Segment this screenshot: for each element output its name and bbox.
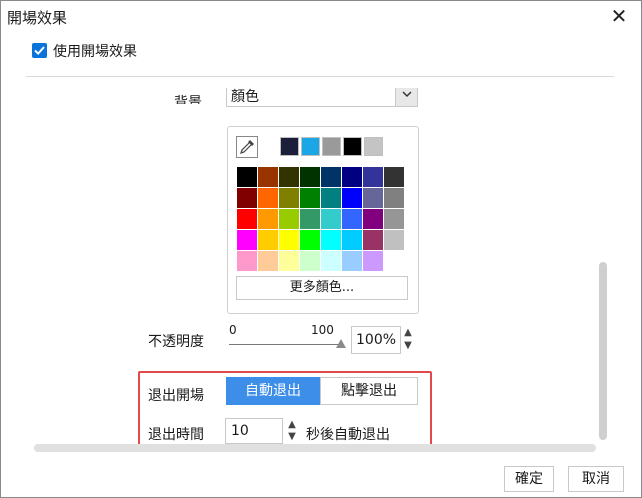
- ok-button[interactable]: 確定: [504, 466, 554, 492]
- time-down-icon[interactable]: ▼: [284, 430, 300, 443]
- color-swatch[interactable]: [384, 167, 404, 187]
- color-swatch[interactable]: [384, 209, 404, 229]
- close-icon[interactable]: ✕: [607, 4, 631, 28]
- color-swatch[interactable]: [363, 209, 383, 229]
- color-swatch[interactable]: [321, 230, 341, 250]
- opacity-label: 不透明度: [148, 334, 204, 350]
- opacity-input[interactable]: 100%: [351, 326, 401, 354]
- color-swatch[interactable]: [321, 188, 341, 208]
- color-swatch[interactable]: [342, 188, 362, 208]
- opacity-up-icon[interactable]: ▲: [400, 326, 416, 339]
- color-swatch[interactable]: [384, 251, 404, 271]
- color-swatch[interactable]: [321, 251, 341, 271]
- auto-exit-option[interactable]: 自動退出: [226, 377, 320, 405]
- color-swatch[interactable]: [300, 188, 320, 208]
- enable-checkbox[interactable]: [32, 43, 47, 58]
- color-swatch[interactable]: [258, 188, 278, 208]
- color-swatch[interactable]: [237, 251, 257, 271]
- color-swatch[interactable]: [300, 167, 320, 187]
- color-swatch[interactable]: [258, 167, 278, 187]
- color-swatch[interactable]: [363, 167, 383, 187]
- recent-color-swatch[interactable]: [280, 137, 299, 156]
- color-swatch[interactable]: [279, 167, 299, 187]
- color-swatch[interactable]: [279, 251, 299, 271]
- slider-min-label: 0: [229, 323, 237, 337]
- exit-time-input[interactable]: 10: [225, 418, 283, 444]
- exit-mode-label: 退出開場: [148, 388, 204, 404]
- exit-time-suffix: 秒後自動退出: [306, 427, 390, 443]
- color-swatch[interactable]: [300, 230, 320, 250]
- recent-color-swatch[interactable]: [301, 137, 320, 156]
- color-swatch[interactable]: [237, 188, 257, 208]
- opacity-slider-thumb[interactable]: [336, 339, 346, 348]
- color-swatch[interactable]: [258, 251, 278, 271]
- slider-max-label: 100: [311, 323, 334, 337]
- color-swatch[interactable]: [258, 230, 278, 250]
- color-swatch[interactable]: [342, 230, 362, 250]
- color-swatch[interactable]: [237, 209, 257, 229]
- opacity-slider-track[interactable]: [229, 344, 342, 345]
- color-swatch[interactable]: [279, 230, 299, 250]
- title-bar: 開場效果 ✕: [1, 1, 641, 33]
- eyedropper-icon[interactable]: [236, 136, 258, 158]
- cancel-button[interactable]: 取消: [568, 466, 624, 492]
- color-swatch[interactable]: [363, 188, 383, 208]
- color-swatch[interactable]: [321, 209, 341, 229]
- color-swatch[interactable]: [342, 251, 362, 271]
- color-swatch[interactable]: [237, 167, 257, 187]
- color-swatch[interactable]: [342, 167, 362, 187]
- color-swatch[interactable]: [342, 209, 362, 229]
- vertical-scrollbar[interactable]: [599, 262, 607, 440]
- color-swatch[interactable]: [279, 209, 299, 229]
- color-swatch[interactable]: [279, 188, 299, 208]
- color-swatch[interactable]: [258, 209, 278, 229]
- background-select-value: 顏色: [231, 89, 259, 105]
- click-exit-option[interactable]: 點擊退出: [320, 377, 418, 405]
- recent-color-swatch[interactable]: [343, 137, 362, 156]
- color-swatch[interactable]: [300, 251, 320, 271]
- color-swatch[interactable]: [363, 251, 383, 271]
- exit-time-label: 退出時間: [148, 427, 204, 443]
- more-colors-button[interactable]: 更多顏色...: [236, 276, 408, 300]
- recent-color-swatch[interactable]: [322, 137, 341, 156]
- color-swatch[interactable]: [321, 167, 341, 187]
- color-swatch[interactable]: [384, 230, 404, 250]
- enable-label[interactable]: 使用開場效果: [53, 41, 137, 61]
- chevron-down-icon[interactable]: [395, 88, 417, 106]
- color-swatch[interactable]: [300, 209, 320, 229]
- recent-color-swatch[interactable]: [364, 137, 383, 156]
- divider: [26, 76, 614, 77]
- color-swatch[interactable]: [363, 230, 383, 250]
- color-swatch[interactable]: [384, 188, 404, 208]
- dialog-title: 開場效果: [7, 9, 68, 27]
- horizontal-scrollbar[interactable]: [34, 444, 596, 452]
- background-select[interactable]: 顏色: [226, 88, 418, 107]
- color-swatch[interactable]: [237, 230, 257, 250]
- opacity-down-icon[interactable]: ▼: [400, 339, 416, 352]
- check-icon: [34, 46, 45, 56]
